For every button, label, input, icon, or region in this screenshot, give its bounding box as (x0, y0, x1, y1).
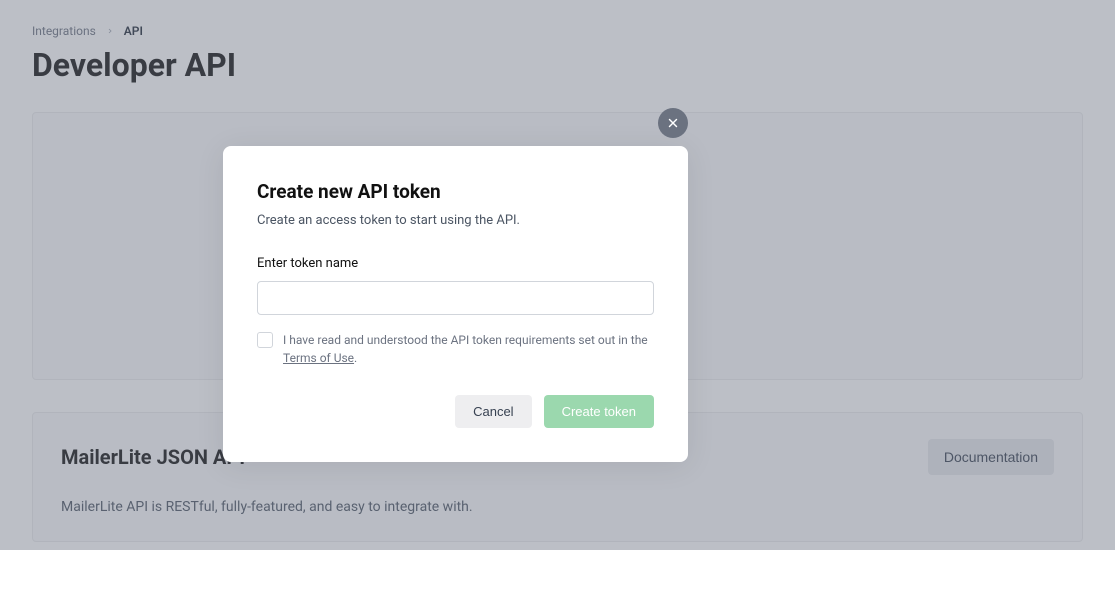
close-icon (666, 116, 680, 130)
modal-subtitle: Create an access token to start using th… (257, 213, 654, 228)
consent-row: I have read and understood the API token… (257, 331, 654, 367)
consent-suffix: . (354, 351, 357, 365)
terms-of-use-link[interactable]: Terms of Use (283, 351, 354, 365)
token-name-label: Enter token name (257, 256, 654, 271)
create-token-modal: Create new API token Create an access to… (223, 146, 688, 462)
consent-prefix: I have read and understood the API token… (283, 333, 648, 347)
modal-actions: Cancel Create token (257, 395, 654, 428)
create-token-button[interactable]: Create token (544, 395, 654, 428)
modal-title: Create new API token (257, 180, 654, 203)
consent-text: I have read and understood the API token… (283, 331, 654, 367)
consent-checkbox[interactable] (257, 332, 273, 348)
token-name-input[interactable] (257, 281, 654, 315)
close-button[interactable] (658, 108, 688, 138)
cancel-button[interactable]: Cancel (455, 395, 531, 428)
